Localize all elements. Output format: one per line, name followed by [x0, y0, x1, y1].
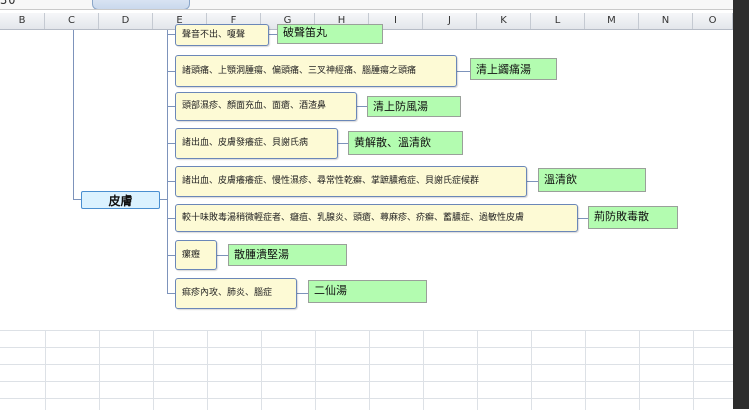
window-edge	[733, 0, 749, 409]
column-header-d[interactable]: D	[99, 13, 153, 29]
grid-line	[0, 398, 733, 399]
remedy-box[interactable]: 溫清飲	[538, 168, 646, 192]
connector-line	[73, 199, 81, 200]
connector-line	[297, 293, 308, 294]
connector-line	[457, 71, 470, 72]
remedy-box[interactable]: 黄解散、溫清飲	[348, 131, 463, 155]
grid-line	[0, 347, 733, 348]
grid-line	[0, 330, 733, 331]
remedy-box[interactable]: 散腫潰堅湯	[228, 244, 347, 266]
remedy-box[interactable]: 荊防敗毒散	[588, 206, 678, 229]
connector-line	[338, 143, 348, 144]
connector-line	[357, 106, 367, 107]
remedy-box[interactable]: 清上防風湯	[367, 96, 461, 117]
column-header-b[interactable]: B	[0, 13, 45, 29]
column-header-m[interactable]: M	[585, 13, 639, 29]
grid-line	[0, 364, 733, 365]
connector-line	[578, 218, 588, 219]
condition-box[interactable]: 頭部濕疹、顏面充血、面瘡、酒渣鼻	[175, 92, 357, 121]
column-header-l[interactable]: L	[531, 13, 585, 29]
remedy-box[interactable]: 二仙湯	[308, 280, 427, 303]
condition-box[interactable]: 瘰癧	[175, 240, 217, 270]
condition-box[interactable]: 諸出血、皮膚發癢症、貝謝氏病	[175, 128, 338, 159]
column-header-o[interactable]: O	[693, 13, 733, 29]
condition-box[interactable]: 痲疹內攻、肺炎、腦症	[175, 278, 297, 309]
column-header-j[interactable]: J	[423, 13, 477, 29]
connector-line	[527, 181, 538, 182]
column-header-n[interactable]: N	[639, 13, 693, 29]
connector-line	[217, 255, 228, 256]
cell-reference[interactable]: 30	[0, 0, 16, 7]
grid-line	[0, 381, 733, 382]
connector-line	[73, 30, 74, 200]
condition-box[interactable]: 聲音不出、嗄聲	[175, 24, 269, 46]
root-node-skin[interactable]: 皮膚	[81, 191, 160, 209]
connector-line	[269, 34, 277, 35]
column-header-k[interactable]: K	[477, 13, 531, 29]
remedy-box[interactable]: 清上蠲痛湯	[470, 58, 557, 80]
condition-box[interactable]: 諸頭痛、上顎洞腫瘍、偏頭痛、三叉神經痛、腦腫瘍之頭痛	[175, 55, 457, 87]
condition-box[interactable]: 諸出血、皮膚癢癢症、慢性濕疹、尋常性乾癬、掌蹠膿疱症、貝謝氏症候群	[175, 166, 527, 197]
remedy-box[interactable]: 破聲笛丸	[277, 24, 383, 44]
column-header-c[interactable]: C	[45, 13, 99, 29]
formula-bar[interactable]: 30	[0, 0, 749, 10]
name-box[interactable]	[92, 0, 190, 9]
condition-box[interactable]: 較十味敗毒湯稍微輕症者、癰疽、乳腺炎、頭瘡、蕁麻疹、疥癬、蓄膿症、過敏性皮膚	[175, 204, 578, 232]
